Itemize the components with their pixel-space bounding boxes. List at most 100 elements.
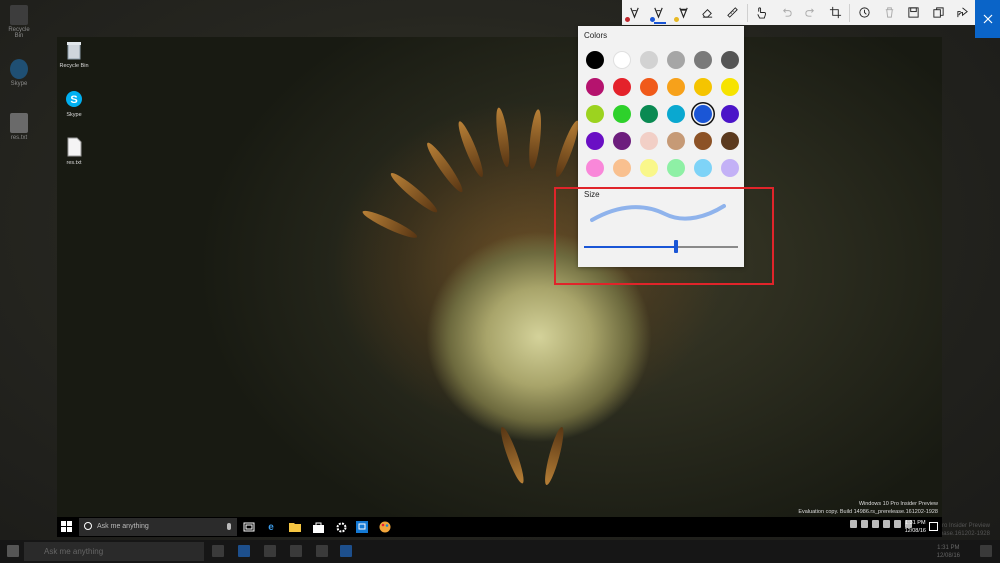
- color-swatch[interactable]: [640, 51, 658, 69]
- outer-clock[interactable]: 1:31 PM 12/08/16: [937, 544, 960, 560]
- task-view-icon[interactable]: [242, 520, 256, 534]
- redo-button[interactable]: [798, 0, 823, 25]
- color-swatch[interactable]: [721, 159, 739, 177]
- edge-icon[interactable]: e: [264, 520, 278, 534]
- highlighter-button[interactable]: [671, 0, 696, 25]
- skype-icon: S: [65, 89, 83, 109]
- mail-icon[interactable]: [355, 520, 369, 534]
- color-swatch[interactable]: [721, 105, 739, 123]
- copy-icon: [933, 7, 944, 18]
- cortana-search-box[interactable]: Ask me anything: [79, 518, 237, 536]
- color-swatch[interactable]: [721, 132, 739, 150]
- color-swatch[interactable]: [640, 132, 658, 150]
- color-swatch[interactable]: [613, 78, 631, 96]
- outer-desktop-icon-skype[interactable]: Skype: [4, 59, 34, 87]
- petal-decoration: [493, 106, 512, 168]
- color-swatch[interactable]: [586, 78, 604, 96]
- paint-icon[interactable]: [378, 520, 392, 534]
- outer-file-explorer-icon[interactable]: [264, 545, 276, 557]
- file-explorer-icon[interactable]: [288, 520, 302, 534]
- trash-icon: [885, 7, 893, 18]
- color-swatch[interactable]: [586, 51, 604, 69]
- color-swatch[interactable]: [613, 51, 631, 69]
- tray-battery-icon[interactable]: [861, 520, 868, 528]
- outer-search-placeholder: Ask me anything: [44, 547, 104, 556]
- color-swatch[interactable]: [667, 159, 685, 177]
- color-swatch[interactable]: [694, 105, 712, 123]
- petal-decoration: [527, 108, 544, 170]
- delete-button[interactable]: [877, 0, 902, 25]
- microphone-icon[interactable]: [227, 523, 231, 530]
- outer-task-view-icon[interactable]: [212, 545, 224, 557]
- ruler-icon: [726, 7, 738, 18]
- color-swatch[interactable]: [667, 105, 685, 123]
- tray-network-icon[interactable]: [872, 520, 879, 528]
- color-swatch[interactable]: [586, 105, 604, 123]
- outer-taskbar: Ask me anything 1:31 PM 12/08/16: [0, 540, 1000, 563]
- color-swatch[interactable]: [640, 159, 658, 177]
- desktop-icon-skype[interactable]: S Skype: [57, 89, 91, 118]
- outer-edge-icon[interactable]: [238, 545, 250, 557]
- color-swatch[interactable]: [640, 78, 658, 96]
- action-center-icon[interactable]: [929, 522, 938, 531]
- touch-writing-button[interactable]: [749, 0, 774, 25]
- color-swatch[interactable]: [694, 132, 712, 150]
- desktop-icon-label: Skype: [66, 112, 82, 118]
- crop-button[interactable]: [823, 0, 848, 25]
- undo-button[interactable]: [774, 0, 799, 25]
- close-icon: [983, 14, 992, 24]
- outer-desktop-icon-label: Skype: [10, 81, 28, 87]
- color-swatch[interactable]: [667, 132, 685, 150]
- color-swatch[interactable]: [667, 78, 685, 96]
- toolbar-separator: [746, 3, 748, 22]
- text-file-icon: [65, 137, 83, 157]
- petal-decoration: [454, 119, 487, 179]
- ruler-button[interactable]: [720, 0, 745, 25]
- copy-button[interactable]: [926, 0, 951, 25]
- outer-desktop-icon-res-txt[interactable]: res.txt: [4, 113, 34, 141]
- color-swatch[interactable]: [613, 132, 631, 150]
- color-swatch[interactable]: [586, 159, 604, 177]
- close-button[interactable]: [975, 0, 1000, 38]
- settings-icon[interactable]: [334, 520, 348, 534]
- color-swatch[interactable]: [667, 51, 685, 69]
- tray-chevron-icon[interactable]: [850, 520, 857, 528]
- screenshot-canvas[interactable]: Recycle Bin S Skype res.txt Windows 10 P…: [57, 37, 942, 537]
- petal-decoration: [387, 169, 441, 216]
- color-swatch[interactable]: [586, 132, 604, 150]
- outer-start-icon[interactable]: [7, 545, 19, 557]
- tray-pen-icon[interactable]: [894, 520, 901, 528]
- color-swatch[interactable]: [694, 78, 712, 96]
- outer-settings-icon[interactable]: [316, 545, 328, 557]
- color-swatch[interactable]: [694, 159, 712, 177]
- desktop-icon-label: Recycle Bin: [59, 63, 89, 69]
- color-swatch[interactable]: [640, 105, 658, 123]
- outer-desktop-icon-recycle-bin[interactable]: Recycle Bin: [4, 5, 34, 39]
- petal-decoration: [541, 425, 567, 487]
- outer-notification-icon[interactable]: [980, 545, 992, 557]
- color-swatch[interactable]: [694, 51, 712, 69]
- outer-clock-time: 1:31 PM: [937, 545, 960, 551]
- desktop-icon-res-txt[interactable]: res.txt: [57, 137, 91, 166]
- pencil-pen-button[interactable]: [647, 0, 672, 25]
- color-swatch[interactable]: [721, 78, 739, 96]
- outer-desktop-icon-label: res.txt: [10, 135, 28, 141]
- store-icon[interactable]: [311, 520, 325, 534]
- save-icon: [908, 7, 919, 18]
- history-button[interactable]: [852, 0, 877, 25]
- outer-store-icon[interactable]: [290, 545, 302, 557]
- color-swatch[interactable]: [613, 159, 631, 177]
- clock[interactable]: 1:31 PM 12/08/16: [905, 519, 926, 535]
- start-button[interactable]: [61, 521, 73, 533]
- save-button[interactable]: [901, 0, 926, 25]
- outer-search-box[interactable]: Ask me anything: [24, 542, 204, 561]
- color-swatch[interactable]: [613, 105, 631, 123]
- desktop-icon-recycle-bin[interactable]: Recycle Bin: [57, 40, 91, 69]
- color-swatch[interactable]: [721, 51, 739, 69]
- tray-volume-icon[interactable]: [883, 520, 890, 528]
- ballpoint-pen-button[interactable]: [622, 0, 647, 25]
- outer-mail-icon[interactable]: [340, 545, 352, 557]
- system-tray[interactable]: [850, 520, 912, 528]
- share-button[interactable]: [950, 0, 975, 25]
- eraser-button[interactable]: [696, 0, 721, 25]
